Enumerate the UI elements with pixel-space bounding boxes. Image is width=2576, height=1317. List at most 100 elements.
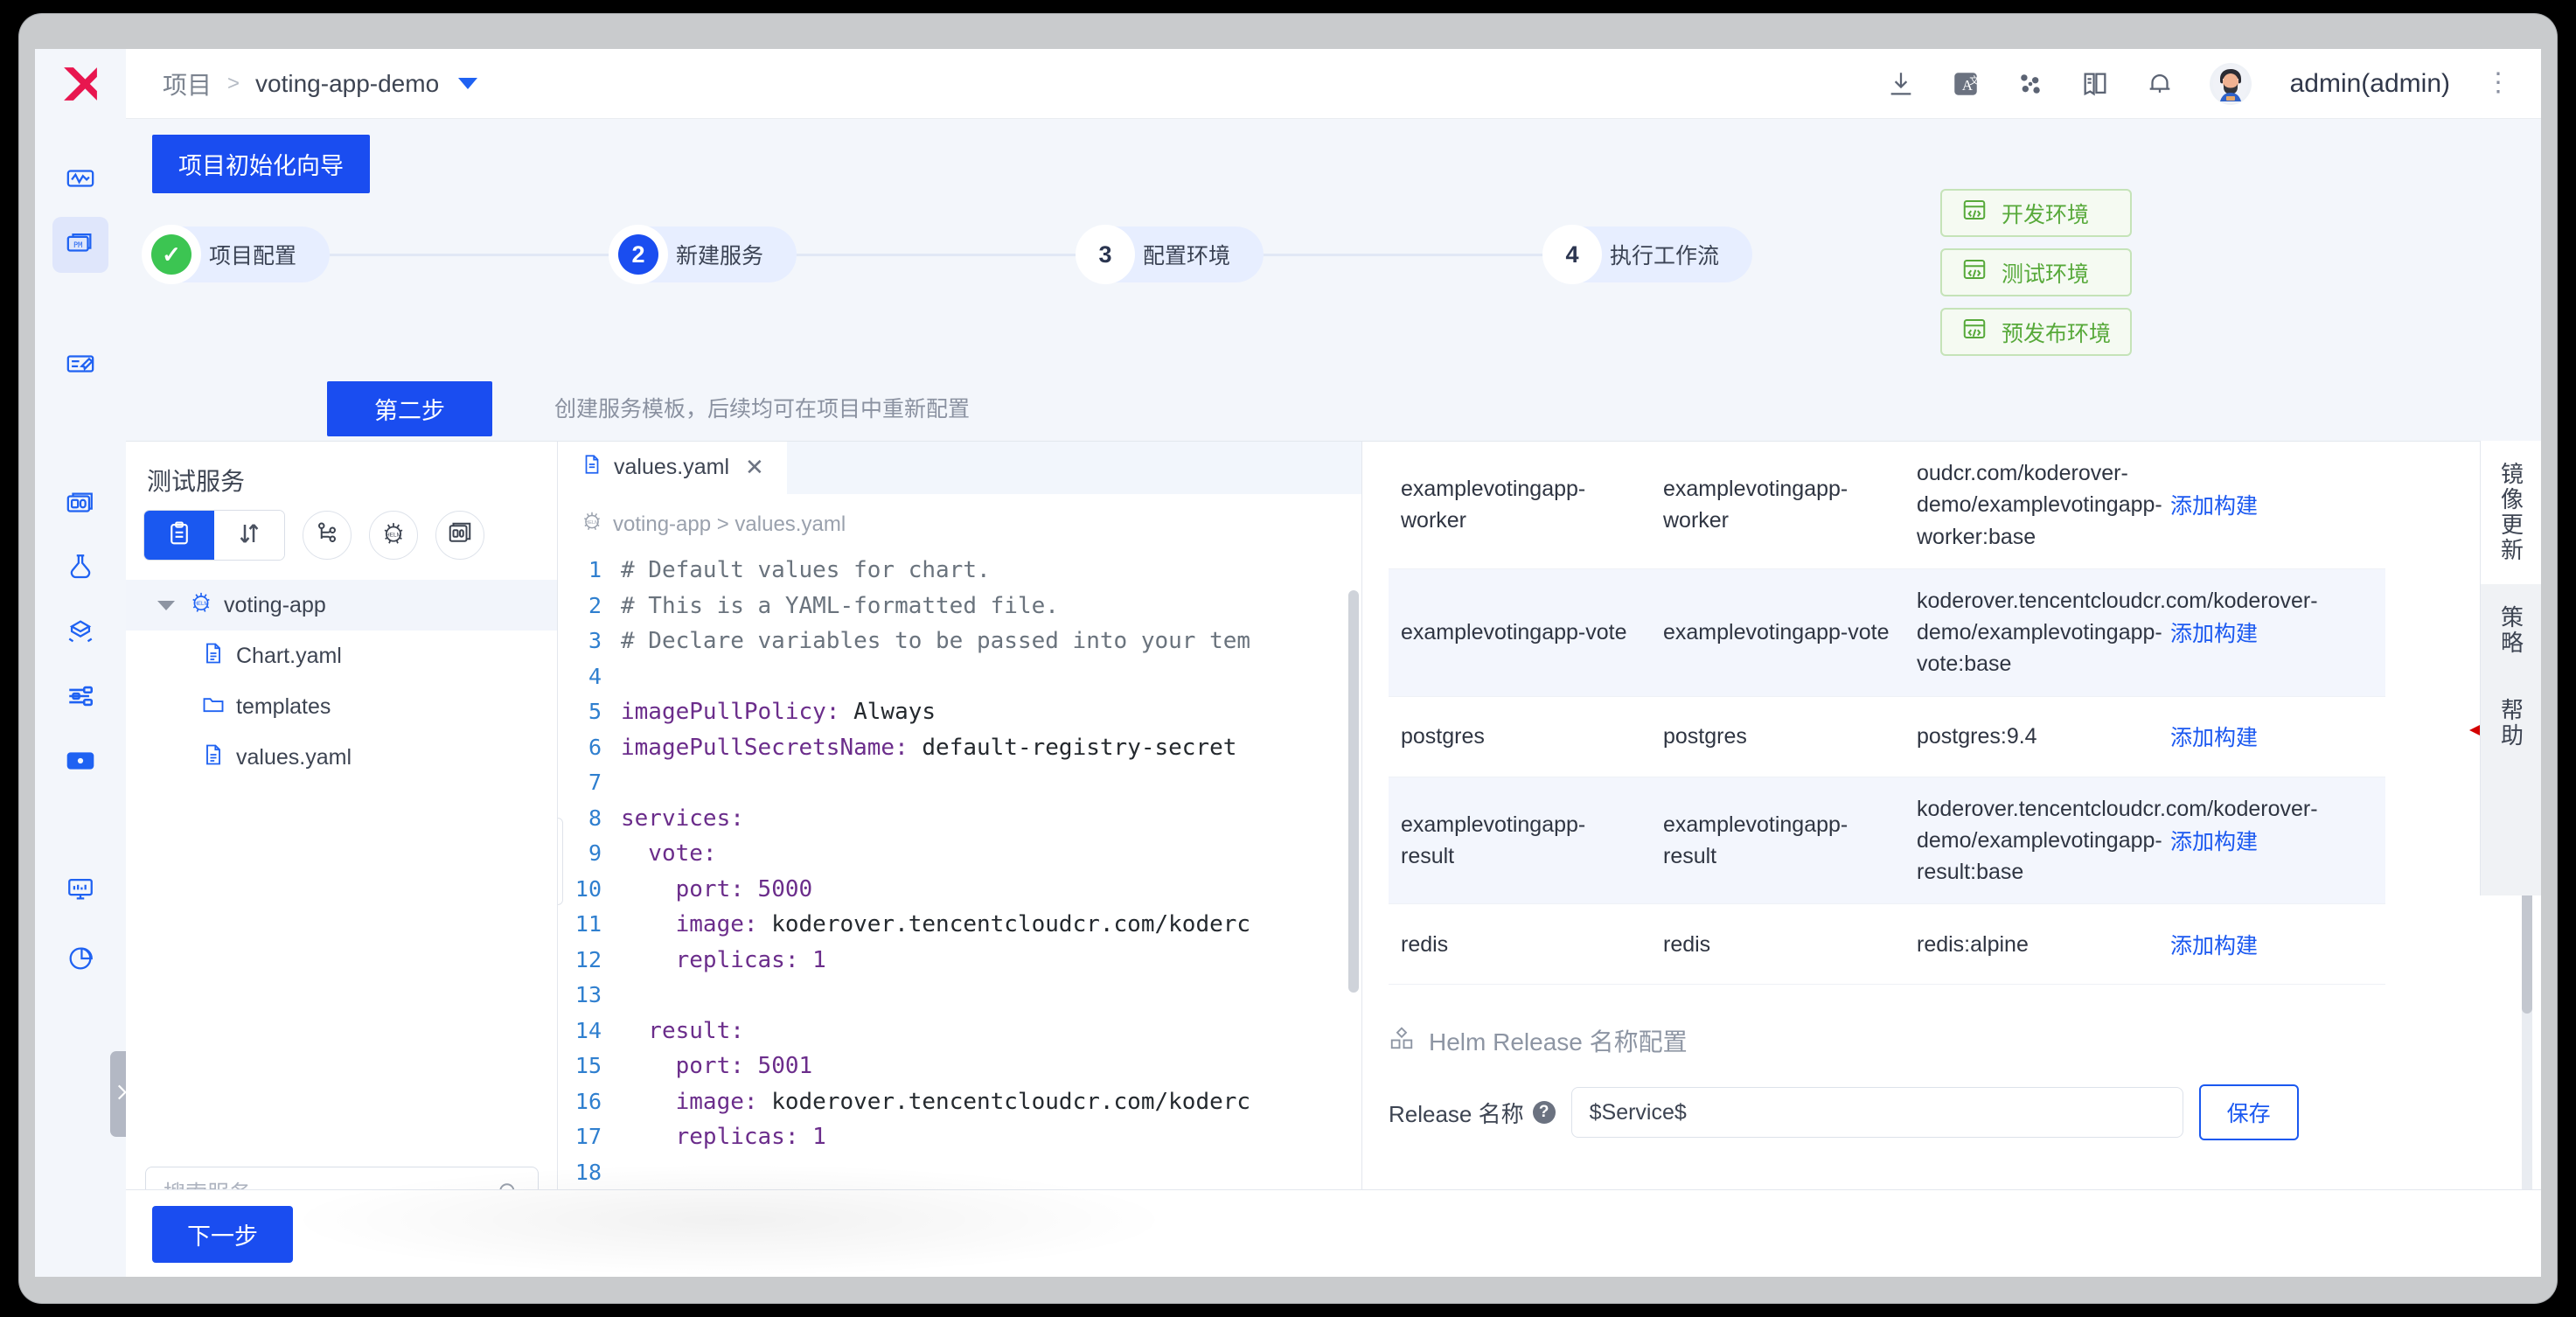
environment-badge-dev[interactable]: 开发环境	[1940, 189, 2133, 237]
folder-icon	[201, 692, 226, 722]
template-button[interactable]	[435, 511, 484, 560]
username-label[interactable]: admin(admin)	[2290, 69, 2450, 99]
environment-badge-test[interactable]: 测试环境	[1940, 248, 2133, 296]
table-row: examplevotingapp-worker examplevotingapp-…	[1389, 442, 2385, 569]
download-icon[interactable]	[1886, 69, 1916, 99]
service-name-cell: postgres	[1401, 723, 1485, 749]
helm-chart-button[interactable]: HELM	[369, 511, 418, 560]
app-logo[interactable]	[35, 49, 126, 119]
line-number: 10	[574, 875, 602, 902]
tree-node-chart-yaml[interactable]: Chart.yaml	[126, 631, 557, 681]
code-line-text: services:	[621, 805, 744, 832]
list-view-toggle[interactable]	[144, 511, 214, 560]
sidebar-item-project[interactable]: PM	[52, 217, 108, 273]
editor-scrollbar[interactable]	[1348, 590, 1359, 993]
code-line-text: # This is a YAML-formatted file.	[621, 592, 1059, 619]
blocks-icon	[1389, 1025, 1415, 1057]
environment-badge-label: 预发布环境	[2002, 321, 2112, 346]
service-config-scroll: examplevotingapp-worker examplevotingapp-…	[1362, 442, 2541, 1277]
translate-icon[interactable]: A文	[1951, 69, 1981, 99]
line-number: 8	[588, 805, 602, 831]
tree-node-label: templates	[236, 693, 331, 719]
add-build-link[interactable]: 添加构建	[2170, 494, 2258, 519]
step-bubble: 2	[613, 229, 664, 280]
file-icon	[201, 641, 226, 672]
sidebar-item-monitor[interactable]	[52, 862, 108, 918]
side-tab-image-update[interactable]: 镜像更新	[2481, 441, 2541, 584]
line-number: 7	[588, 770, 602, 795]
sort-toggle[interactable]	[214, 511, 284, 560]
docs-icon[interactable]	[2080, 69, 2110, 99]
environment-badge-list: 开发环境 测试环境 预发布环境	[1940, 189, 2133, 356]
sidebar-item-config[interactable]	[52, 670, 108, 726]
page-body: 项目初始化向导 ✓ 项目配置 2 新建服务 3 配置环境 4 执行工作流 第二步…	[126, 119, 2541, 1277]
wave-monitor-icon	[66, 164, 95, 198]
sidebar-item-dashboard[interactable]	[52, 152, 108, 208]
row-action-cell: 添加构建	[2158, 473, 2368, 536]
git-repo-button[interactable]	[303, 511, 352, 560]
breadcrumb: 项目 > voting-app-demo	[163, 66, 478, 101]
sidebar-item-stats[interactable]	[52, 932, 108, 988]
editor-tabbar-filler	[786, 442, 1361, 494]
table-row: examplevotingapp-vote examplevotingapp-vo…	[1389, 568, 2385, 697]
code-line-text: port: 5000	[621, 875, 813, 902]
container-name-cell: redis	[1663, 931, 1711, 957]
add-build-link[interactable]: 添加构建	[2170, 622, 2258, 646]
pie-chart-icon	[66, 944, 95, 978]
browser-window-frame: PM 项目 > voting-app-demo A 文 admin(admin)…	[19, 14, 2557, 1303]
pm-cards-icon: PM	[66, 228, 95, 262]
line-number: 15	[574, 1053, 602, 1078]
breadcrumb-current[interactable]: voting-app-demo	[255, 70, 439, 98]
panel-resize-handle[interactable]	[558, 818, 563, 905]
side-tab-help[interactable]: 帮助	[2481, 677, 2541, 770]
save-button[interactable]: 保存	[2198, 1084, 2299, 1141]
container-name-cell: examplevotingapp-worker	[1663, 477, 1848, 533]
tree-node-templates[interactable]: templates	[126, 681, 557, 732]
sidebar-item-edit[interactable]	[52, 338, 108, 394]
tree-node-values-yaml[interactable]: values.yaml	[126, 732, 557, 783]
wizard-step-2[interactable]: 2 新建服务	[610, 226, 797, 282]
environment-badge-label: 测试环境	[2002, 261, 2090, 287]
row-action-cell: 添加构建	[2158, 705, 2368, 768]
side-tab-policy[interactable]: 策略	[2481, 584, 2541, 677]
line-number: 17	[574, 1124, 602, 1149]
row-action-cell: 添加构建	[2158, 913, 2368, 976]
wizard-step-1[interactable]: ✓ 项目配置	[143, 226, 331, 282]
current-step-description: 创建服务模板，后续均可在项目中重新配置	[554, 397, 971, 422]
integration-icon[interactable]	[2016, 69, 2045, 99]
tree-node-voting-app[interactable]: HELM voting-app	[126, 580, 557, 631]
close-icon[interactable]: ✕	[745, 454, 764, 481]
service-name-cell: examplevotingapp-worker	[1401, 477, 1586, 533]
sidebar-item-env[interactable]	[52, 477, 108, 533]
code-line: 4	[558, 664, 1361, 700]
add-build-link[interactable]: 添加构建	[2170, 830, 2258, 854]
helm-release-title-label: Helm Release 名称配置	[1429, 1028, 1688, 1056]
editor-breadcrumb: HELM voting-app > values.yaml	[558, 494, 1361, 551]
flask-icon	[66, 552, 95, 586]
chevron-down-icon[interactable]	[458, 78, 478, 89]
sidebar-item-settings[interactable]	[52, 735, 108, 791]
code-content[interactable]: 1 # Default values for chart. 2 # This is a…	[558, 557, 1361, 1277]
wizard-step-4[interactable]: 4 执行工作流	[1544, 226, 1753, 282]
breadcrumb-root[interactable]: 项目	[163, 66, 212, 101]
environment-badge-staging[interactable]: 预发布环境	[1940, 308, 2133, 356]
add-build-link[interactable]: 添加构建	[2170, 934, 2258, 958]
helm-release-section: Helm Release 名称配置 Release 名称 ? $Service$…	[1389, 1023, 2503, 1141]
editor-tab-values-yaml[interactable]: values.yaml ✕	[558, 442, 787, 494]
svg-text:文: 文	[1969, 74, 1979, 87]
add-build-link[interactable]: 添加构建	[2170, 726, 2258, 750]
next-step-button[interactable]: 下一步	[152, 1206, 293, 1263]
row-action-cell: 添加构建	[2158, 601, 2368, 664]
sidebar-item-delivery[interactable]	[52, 605, 108, 661]
more-options-icon[interactable]: ⋮	[2485, 70, 2511, 95]
bell-icon[interactable]	[2145, 69, 2175, 99]
code-line: 14 result:	[558, 1018, 1361, 1054]
chevron-down-icon[interactable]	[157, 600, 175, 610]
help-icon[interactable]: ?	[1532, 1101, 1556, 1125]
wizard-step-3[interactable]: 3 配置环境	[1077, 226, 1264, 282]
sidebar-item-test[interactable]	[52, 540, 108, 596]
avatar[interactable]	[2209, 62, 2252, 105]
editor-tab-label: values.yaml	[614, 454, 729, 479]
helm-release-title: Helm Release 名称配置	[1389, 1023, 2503, 1058]
release-name-input[interactable]: $Service$	[1570, 1087, 2183, 1139]
